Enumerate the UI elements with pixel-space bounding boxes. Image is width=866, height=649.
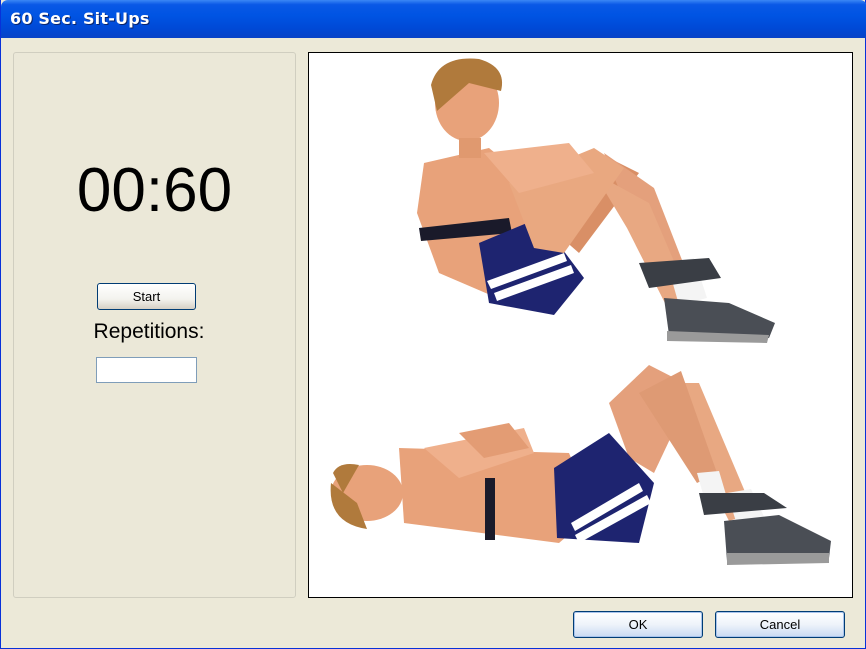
repetitions-label: Repetitions: xyxy=(93,320,205,343)
situps-dialog: 60 Sec. Sit-Ups 00:60 Start Repetitions: xyxy=(0,0,866,649)
sit-up-up-position-photo xyxy=(417,58,775,343)
situp-photo-illustration xyxy=(330,58,831,565)
repetitions-input[interactable] xyxy=(96,357,197,383)
title-bar[interactable]: 60 Sec. Sit-Ups xyxy=(1,0,866,38)
start-button[interactable]: Start xyxy=(97,283,196,310)
ok-button[interactable]: OK xyxy=(573,611,703,638)
cancel-button[interactable]: Cancel xyxy=(715,611,845,638)
exercise-illustration xyxy=(308,52,853,598)
window-title: 60 Sec. Sit-Ups xyxy=(10,9,150,28)
countdown-timer: 00:60 xyxy=(76,156,233,225)
sit-up-down-position-photo xyxy=(330,365,831,565)
